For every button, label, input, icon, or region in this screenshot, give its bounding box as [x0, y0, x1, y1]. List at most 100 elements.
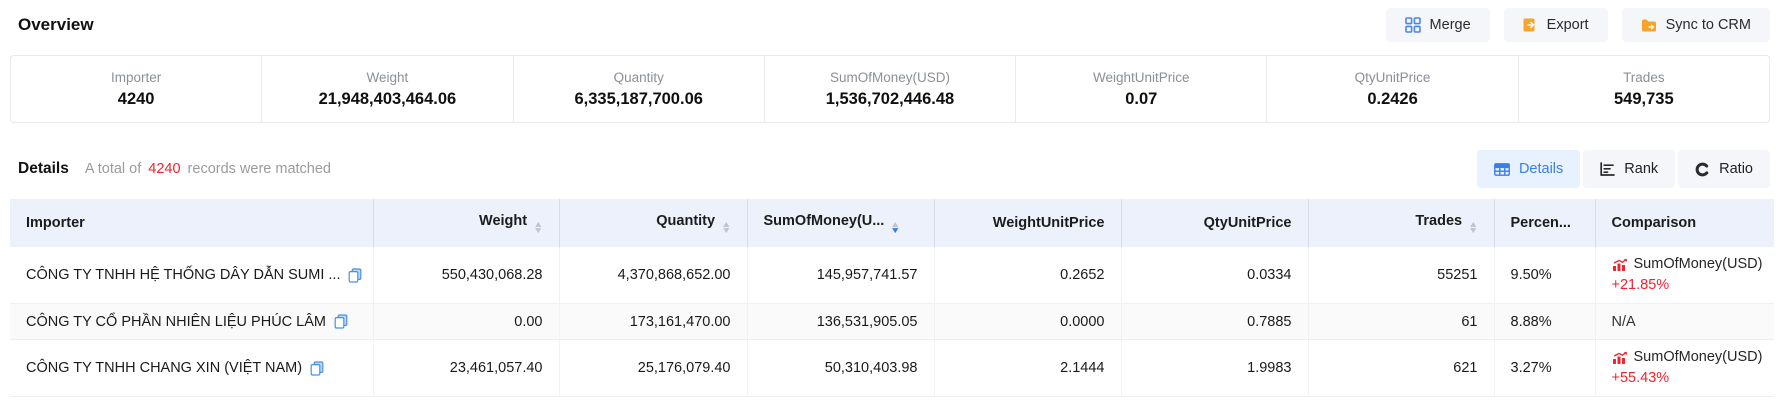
comparison-metric-label: SumOfMoney(USD)	[1634, 347, 1763, 368]
topbar: Overview Merge Export Sync to CRM	[0, 0, 1790, 42]
comparison-change: +55.43%	[1612, 368, 1759, 389]
view-tab-rank[interactable]: Rank	[1583, 150, 1675, 188]
export-button-label: Export	[1547, 17, 1589, 33]
comparison-cell: N/A	[1595, 304, 1774, 340]
weight-cell: 550,430,068.28	[373, 247, 559, 304]
importer-name: CÔNG TY TNHH CHANG XIN (VIỆT NAM)	[26, 360, 302, 376]
view-tab-ratio[interactable]: Ratio	[1678, 150, 1770, 188]
column-label: Comparison	[1612, 215, 1697, 231]
qty-unit-price-cell: 0.0334	[1121, 247, 1308, 304]
details-bar: Details A total of 4240 records were match…	[18, 149, 1770, 189]
export-button[interactable]: Export	[1504, 8, 1608, 42]
stat-label: Quantity	[614, 70, 664, 85]
quantity-cell: 173,161,470.00	[559, 304, 747, 340]
total-suffix: records were matched	[188, 161, 331, 177]
export-icon	[1523, 17, 1538, 33]
column-label: Importer	[26, 215, 85, 231]
view-tab-details[interactable]: Details	[1477, 150, 1580, 188]
column-header-quantity[interactable]: Quantity ▲▼	[559, 199, 747, 247]
copy-icon[interactable]	[310, 361, 324, 376]
comparison-cell: SumOfMoney(USD) +21.85%	[1595, 247, 1774, 304]
stat-value: 21,948,403,464.06	[319, 90, 457, 109]
qty-unit-price-cell: 1.9983	[1121, 340, 1308, 397]
comparison-metric-label: SumOfMoney(USD)	[1634, 254, 1763, 275]
stat-value: 0.2426	[1367, 90, 1417, 109]
importer-name: CÔNG TY TNHH HỆ THỐNG DÂY DẪN SUMI ...	[26, 267, 340, 283]
total-count: 4240	[148, 161, 180, 177]
table-header-row: Importer Weight▲▼ Quantity ▲▼ SumOfMoney(…	[10, 199, 1774, 247]
page-title: Overview	[18, 15, 94, 35]
stat-value: 4240	[118, 90, 155, 109]
folder-sync-icon	[1641, 18, 1657, 33]
column-label: QtyUnitPrice	[1204, 215, 1292, 231]
table-row: CÔNG TY TNHH CHANG XIN (VIỆT NAM) 23,461…	[10, 340, 1774, 397]
weight-unit-price-cell: 0.0000	[934, 304, 1121, 340]
column-label: Percen...	[1511, 215, 1571, 231]
column-header-comparison: Comparison	[1595, 199, 1774, 247]
table-row: CÔNG TY TNHH HỆ THỐNG DÂY DẪN SUMI ... 5…	[10, 247, 1774, 304]
merge-button-label: Merge	[1430, 17, 1471, 33]
overview-stats-card: Importer 4240 Weight 21,948,403,464.06 Q…	[10, 55, 1770, 123]
details-table: Importer Weight▲▼ Quantity ▲▼ SumOfMoney(…	[10, 199, 1774, 397]
table-icon	[1494, 163, 1510, 176]
column-label: SumOfMoney(U...	[764, 213, 885, 229]
stat-label: WeightUnitPrice	[1093, 70, 1190, 85]
comparison-na: N/A	[1612, 314, 1636, 330]
column-header-sum-of-money[interactable]: SumOfMoney(U... ▲▼	[747, 199, 934, 247]
weight-cell: 0.00	[373, 304, 559, 340]
view-tab-label: Details	[1519, 161, 1563, 177]
sort-icon-active-desc[interactable]: ▲▼	[891, 221, 899, 234]
column-label: WeightUnitPrice	[993, 215, 1105, 231]
column-label: Quantity	[656, 213, 715, 229]
qty-unit-price-cell: 0.7885	[1121, 304, 1308, 340]
column-header-trades[interactable]: Trades▲▼	[1308, 199, 1494, 247]
trades-cell: 61	[1308, 304, 1494, 340]
sort-icon[interactable]: ▲▼	[722, 221, 730, 234]
stat-label: Weight	[367, 70, 409, 85]
stat-label: SumOfMoney(USD)	[830, 70, 950, 85]
quantity-cell: 25,176,079.40	[559, 340, 747, 397]
sum-of-money-cell: 50,310,403.98	[747, 340, 934, 397]
donut-chart-icon	[1695, 162, 1710, 177]
view-tab-label: Rank	[1624, 161, 1658, 177]
stat-label: Importer	[111, 70, 161, 85]
topbar-actions: Merge Export Sync to CRM	[1386, 8, 1770, 42]
importer-cell: CÔNG TY TNHH CHANG XIN (VIỆT NAM)	[10, 340, 373, 397]
view-switch: Details Rank Ratio	[1477, 150, 1770, 188]
comparison-cell: SumOfMoney(USD) +55.43%	[1595, 340, 1774, 397]
trades-cell: 621	[1308, 340, 1494, 397]
sort-icon[interactable]: ▲▼	[1469, 221, 1477, 234]
column-header-qty-unit-price: QtyUnitPrice	[1121, 199, 1308, 247]
percent-cell: 9.50%	[1494, 247, 1595, 304]
records-matched-text: A total of 4240 records were matched	[85, 161, 331, 177]
merge-button[interactable]: Merge	[1386, 8, 1490, 42]
details-heading: Details	[18, 160, 69, 178]
sync-to-crm-button[interactable]: Sync to CRM	[1622, 8, 1770, 42]
sum-of-money-cell: 145,957,741.57	[747, 247, 934, 304]
stat-value: 6,335,187,700.06	[574, 90, 702, 109]
trend-chart-icon	[1612, 351, 1628, 365]
column-header-percent: Percen...	[1494, 199, 1595, 247]
stat-importer: Importer 4240	[11, 56, 262, 122]
weight-cell: 23,461,057.40	[373, 340, 559, 397]
percent-cell: 3.27%	[1494, 340, 1595, 397]
stat-trades: Trades 549,735	[1519, 56, 1769, 122]
sum-of-money-cell: 136,531,905.05	[747, 304, 934, 340]
merge-icon	[1405, 17, 1421, 33]
copy-icon[interactable]	[334, 314, 348, 329]
importer-name: CÔNG TY CỔ PHẦN NHIÊN LIỆU PHÚC LÂM	[26, 314, 326, 330]
stat-value: 549,735	[1614, 90, 1674, 109]
importer-cell: CÔNG TY TNHH HỆ THỐNG DÂY DẪN SUMI ...	[10, 247, 373, 304]
sort-icon[interactable]: ▲▼	[534, 221, 542, 234]
stat-value: 1,536,702,446.48	[826, 90, 954, 109]
importer-cell: CÔNG TY CỔ PHẦN NHIÊN LIỆU PHÚC LÂM	[10, 304, 373, 340]
copy-icon[interactable]	[348, 268, 362, 283]
trades-cell: 55251	[1308, 247, 1494, 304]
stat-weight: Weight 21,948,403,464.06	[262, 56, 513, 122]
stat-value: 0.07	[1125, 90, 1157, 109]
comparison-change: +21.85%	[1612, 275, 1759, 296]
column-header-weight[interactable]: Weight▲▼	[373, 199, 559, 247]
total-prefix: A total of	[85, 161, 141, 177]
trend-chart-icon	[1612, 258, 1628, 272]
weight-unit-price-cell: 0.2652	[934, 247, 1121, 304]
